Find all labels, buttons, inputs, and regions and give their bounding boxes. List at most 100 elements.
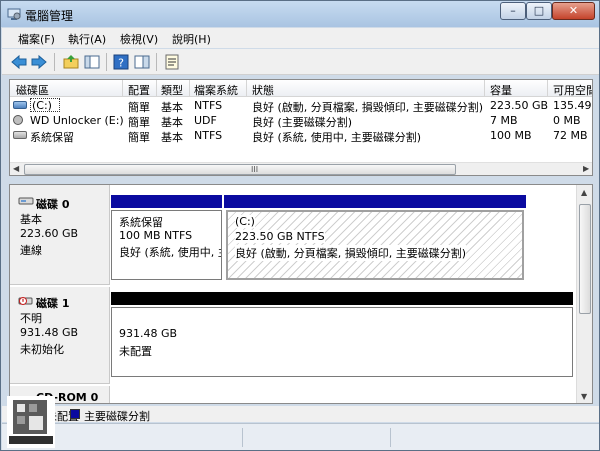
volume-filesystem: NTFS xyxy=(194,129,223,142)
volume-capacity: 100 MB xyxy=(490,129,532,142)
column-header-capacity[interactable]: 容量 xyxy=(490,82,512,98)
volume-status: 良好 (系統, 使用中, 主要磁碟分割) xyxy=(252,131,422,144)
optical-disc-icon xyxy=(13,115,23,125)
volume-capacity: 7 MB xyxy=(490,114,518,127)
partition-detail: 223.50 GB NTFS xyxy=(235,230,325,243)
volume-name: (C:) xyxy=(32,99,52,112)
close-icon: ✕ xyxy=(568,4,579,17)
volume-filesystem: UDF xyxy=(194,114,217,127)
toolbar-separator xyxy=(106,53,107,71)
column-header-status[interactable]: 狀態 xyxy=(252,82,274,98)
volume-list-header: 磁碟區 配置 類型 檔案系統 狀態 容量 可用空間 xyxy=(10,80,592,98)
window-title: 電腦管理 xyxy=(25,9,74,23)
partition-bar xyxy=(111,195,222,208)
scroll-left-arrow-icon[interactable]: ◀ xyxy=(13,164,19,173)
column-divider[interactable] xyxy=(156,80,157,97)
disk-kind: 基本 xyxy=(20,213,42,226)
hard-drive-icon xyxy=(13,131,27,139)
legend-label: 主要磁碟分割 xyxy=(84,410,150,423)
toolbar-separator xyxy=(156,53,157,71)
volume-type: 基本 xyxy=(161,131,183,144)
vertical-scrollbar[interactable]: ▲ ▼ xyxy=(576,185,592,403)
column-header-type[interactable]: 類型 xyxy=(161,82,183,98)
volume-free-space: 72 MB xyxy=(553,129,588,142)
column-divider[interactable] xyxy=(484,80,485,97)
menu-help[interactable]: 說明(H) xyxy=(172,31,211,47)
disk-title: 磁碟 1 xyxy=(36,297,70,310)
partition-name: 系統保留 xyxy=(119,216,163,229)
disk-size: 931.48 GB xyxy=(20,326,79,339)
up-folder-icon[interactable] xyxy=(62,53,80,71)
disk-state: 未初始化 xyxy=(20,343,64,356)
computer-management-window: 電腦管理 – □ ✕ 檔案(F) 執行(A) 檢視(V) 說明(H) ? 磁碟區… xyxy=(0,0,600,451)
menu-view[interactable]: 檢視(V) xyxy=(120,31,158,47)
volume-row[interactable]: WD Unlocker (E:) 簡單 基本 UDF 良好 (主要磁碟分割) 7… xyxy=(10,113,592,129)
disk-kind: 不明 xyxy=(20,312,42,325)
column-header-filesystem[interactable]: 檔案系統 xyxy=(194,82,238,98)
status-divider xyxy=(242,428,243,447)
minimize-button[interactable]: – xyxy=(500,2,526,20)
volume-row[interactable]: 系統保留 簡單 基本 NTFS 良好 (系統, 使用中, 主要磁碟分割) 100… xyxy=(10,128,592,144)
help-icon[interactable]: ? xyxy=(112,53,130,71)
properties-panel-icon[interactable] xyxy=(133,53,151,71)
disk-1-info[interactable]: 磁碟 1 不明 931.48 GB 未初始化 xyxy=(10,287,110,384)
legend-swatch-primary xyxy=(70,409,80,419)
disk-0-info[interactable]: 磁碟 0 基本 223.60 GB 連線 xyxy=(10,185,110,285)
show-hide-tree-icon[interactable] xyxy=(83,53,101,71)
minimize-icon: – xyxy=(510,4,516,17)
disk-title: 磁碟 0 xyxy=(36,198,70,211)
forward-arrow-icon[interactable] xyxy=(30,53,48,71)
close-button[interactable]: ✕ xyxy=(552,2,595,20)
column-header-volume[interactable]: 磁碟區 xyxy=(16,82,49,98)
menu-bar: 檔案(F) 執行(A) 檢視(V) 說明(H) xyxy=(2,28,599,48)
partition-status: 良好 (系統, 使用中, 主要磁碟分割) xyxy=(119,246,221,259)
export-list-icon[interactable] xyxy=(163,53,181,71)
column-divider[interactable] xyxy=(122,80,123,97)
volume-filesystem: NTFS xyxy=(194,99,223,112)
horizontal-scroll-thumb[interactable]: III xyxy=(24,164,456,175)
scroll-right-arrow-icon[interactable]: ▶ xyxy=(583,164,589,173)
title-bar[interactable]: 電腦管理 – □ ✕ xyxy=(1,1,599,27)
vertical-scroll-thumb[interactable] xyxy=(579,204,591,314)
volume-free-space: 0 MB xyxy=(553,114,581,127)
svg-text:?: ? xyxy=(118,57,124,70)
toolbar: ? xyxy=(2,49,599,75)
disk-map: 磁碟 0 基本 223.60 GB 連線 系統保留 100 MB NTFS 良好… xyxy=(9,184,593,404)
volume-layout: 簡單 xyxy=(128,131,150,144)
partition-detail: 100 MB NTFS xyxy=(119,229,193,242)
volume-row[interactable]: (C:) 簡單 基本 NTFS 良好 (啟動, 分頁檔案, 損毀傾印, 主要磁碟… xyxy=(10,98,592,114)
menu-action[interactable]: 執行(A) xyxy=(68,31,106,47)
partition-system-reserved[interactable]: 系統保留 100 MB NTFS 良好 (系統, 使用中, 主要磁碟分割) xyxy=(111,210,222,280)
scroll-up-arrow-icon[interactable]: ▲ xyxy=(581,188,587,197)
disk-size: 223.60 GB xyxy=(20,227,79,240)
partition-unallocated[interactable]: 931.48 GB 未配置 xyxy=(111,307,573,377)
partition-status: 未配置 xyxy=(119,345,152,358)
status-divider xyxy=(390,428,391,447)
partition-c[interactable]: (C:) 223.50 GB NTFS 良好 (啟動, 分頁檔案, 損毀傾印, … xyxy=(226,210,524,280)
partition-status: 良好 (啟動, 分頁檔案, 損毀傾印, 主要磁碟分割) xyxy=(235,245,467,261)
maximize-icon: □ xyxy=(533,4,545,17)
partition-name: (C:) xyxy=(235,215,255,228)
column-divider[interactable] xyxy=(547,80,548,97)
scroll-down-arrow-icon[interactable]: ▼ xyxy=(581,392,587,401)
back-arrow-icon[interactable] xyxy=(10,53,28,71)
computer-management-icon xyxy=(7,8,21,20)
menu-file[interactable]: 檔案(F) xyxy=(18,31,55,47)
column-divider[interactable] xyxy=(246,80,247,97)
column-divider[interactable] xyxy=(189,80,190,97)
horizontal-scrollbar[interactable]: ◀ III ▶ xyxy=(10,162,592,175)
volume-name: WD Unlocker (E:) xyxy=(30,114,124,127)
volume-free-space: 135.49 xyxy=(553,99,592,112)
volume-list: 磁碟區 配置 類型 檔案系統 狀態 容量 可用空間 (C:) 簡單 基本 NTF… xyxy=(9,79,593,176)
column-header-free-space[interactable]: 可用空間 xyxy=(553,82,592,98)
toolbar-separator xyxy=(54,53,55,71)
volume-capacity: 223.50 GB xyxy=(490,99,549,112)
disk-drive-icon xyxy=(18,197,34,205)
disk-state: 連線 xyxy=(20,244,42,257)
uninitialized-disk-icon xyxy=(18,297,33,305)
status-bar xyxy=(2,423,599,450)
maximize-button[interactable]: □ xyxy=(526,2,552,20)
hard-drive-icon xyxy=(13,101,27,109)
column-header-layout[interactable]: 配置 xyxy=(128,82,150,98)
unallocated-bar xyxy=(111,292,573,305)
